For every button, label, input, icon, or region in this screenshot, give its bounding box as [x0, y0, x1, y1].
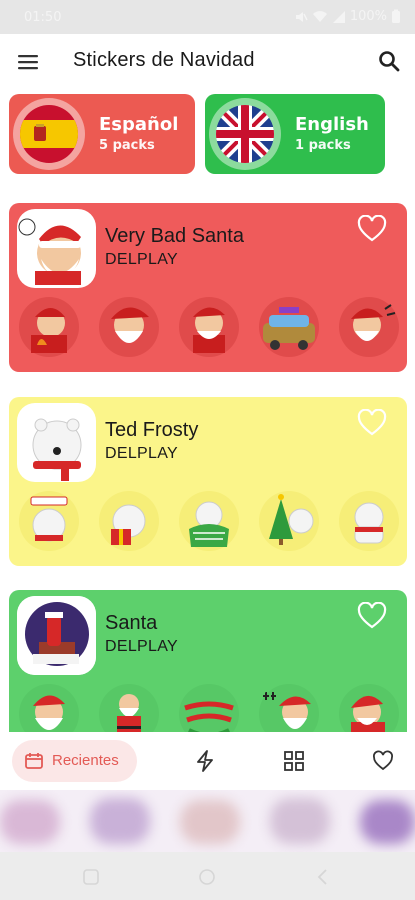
bear-tree-sticker: [259, 491, 319, 551]
bear-blanket-sticker: [179, 491, 239, 551]
ad-blur: [180, 800, 240, 844]
menu-icon[interactable]: [14, 48, 42, 76]
sticker-preview-row: [17, 295, 401, 359]
ad-blur: [90, 798, 150, 844]
app-bar: Stickers de Navidad: [0, 34, 415, 88]
language-name: Español: [99, 114, 179, 135]
language-name: English: [295, 114, 369, 135]
bear-new-year-sticker: [19, 491, 79, 551]
heart-outline-icon[interactable]: [372, 750, 394, 772]
favorite-heart-icon[interactable]: [357, 602, 387, 630]
spain-flag-icon: [20, 105, 78, 163]
pack-thumbnail: [17, 596, 96, 675]
ad-blur: [360, 800, 415, 844]
status-bar: 01:50 100%: [0, 0, 415, 34]
signal-icon: [332, 10, 345, 23]
pack-name: Santa: [105, 612, 158, 634]
grid-icon[interactable]: [283, 750, 305, 772]
sticker-pack-card[interactable]: Ted Frosty DELPLAY: [9, 397, 407, 566]
santa-sad-sticker: [179, 297, 239, 357]
page-title: Stickers de Navidad: [73, 49, 255, 71]
status-icons: 100%: [294, 9, 401, 24]
santa-car-sticker: [259, 297, 319, 357]
pack-thumbnail: [17, 209, 96, 288]
flag-ring: [13, 98, 85, 170]
pack-name: Very Bad Santa: [105, 225, 244, 247]
battery-icon: [392, 9, 400, 23]
home-icon[interactable]: [198, 868, 216, 886]
recents-icon[interactable]: [82, 868, 100, 886]
ad-banner[interactable]: [0, 790, 415, 852]
sticker-preview-row: [17, 489, 401, 553]
bear-gift-sticker: [99, 491, 159, 551]
battery-percent: 100%: [349, 9, 387, 24]
nav-recent-button[interactable]: Recientes: [12, 740, 137, 782]
language-pack-count: 1 packs: [295, 138, 351, 153]
bear-scarf-sticker: [339, 491, 399, 551]
ad-blur: [270, 798, 330, 844]
pack-author: DELPLAY: [105, 445, 178, 462]
favorite-heart-icon[interactable]: [357, 215, 387, 243]
santa-angry-sticker: [339, 297, 399, 357]
ad-blur: [0, 800, 60, 844]
mute-icon: [295, 11, 308, 22]
bolt-icon[interactable]: [194, 749, 216, 773]
santa-wink-sticker: [99, 297, 159, 357]
pack-thumbnail: [17, 403, 96, 482]
favorite-heart-icon[interactable]: [357, 409, 387, 437]
bottom-navigation: Recientes: [0, 732, 415, 790]
back-icon[interactable]: [314, 868, 332, 886]
pack-author: DELPLAY: [105, 638, 178, 655]
wifi-icon: [312, 10, 327, 22]
flag-ring: [209, 98, 281, 170]
santa-fire-sticker: [19, 297, 79, 357]
search-icon[interactable]: [375, 47, 403, 75]
history-icon: [25, 753, 43, 769]
system-navigation-bar: [0, 852, 415, 900]
nav-recent-label: Recientes: [52, 752, 119, 769]
status-time: 01:50: [24, 10, 62, 25]
language-pack-count: 5 packs: [99, 138, 155, 153]
pack-name: Ted Frosty: [105, 419, 199, 441]
sticker-pack-card[interactable]: Very Bad Santa DELPLAY: [9, 203, 407, 372]
uk-flag-icon: [216, 105, 274, 163]
language-card-spanish[interactable]: Español 5 packs: [9, 94, 195, 174]
pack-author: DELPLAY: [105, 251, 178, 268]
language-card-english[interactable]: English 1 packs: [205, 94, 385, 174]
